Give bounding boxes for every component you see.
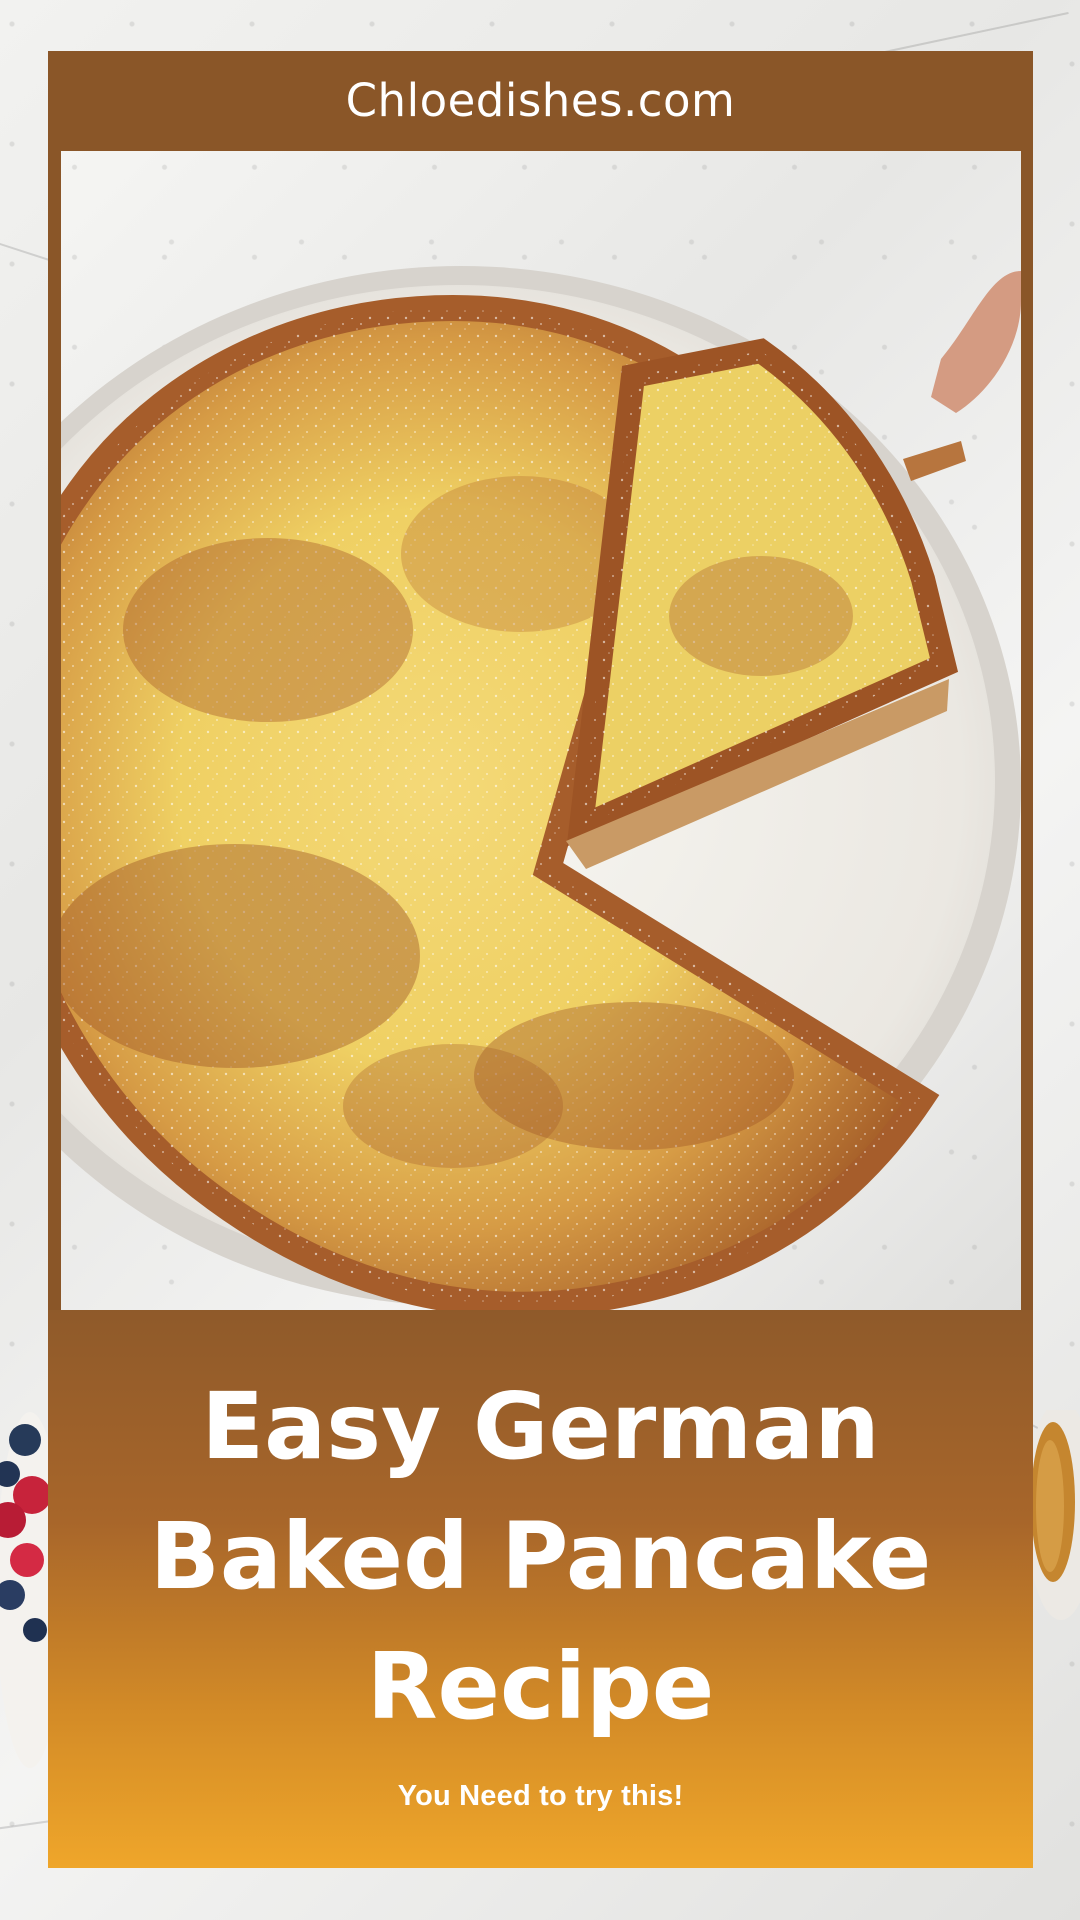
baked-pancake-photo-icon bbox=[61, 266, 1021, 1310]
side-bowl-image bbox=[1033, 1410, 1080, 1630]
pin-graphic: Chloedishes.com Easy German Baked Pancak… bbox=[0, 0, 1080, 1920]
recipe-photo bbox=[61, 151, 1021, 1310]
recipe-subtitle: You Need to try this! bbox=[397, 1780, 684, 1812]
recipe-title: Easy German Baked Pancake Recipe bbox=[149, 1373, 932, 1740]
site-domain: Chloedishes.com bbox=[345, 74, 736, 127]
site-header: Chloedishes.com bbox=[48, 51, 1033, 150]
recipe-title-panel: Easy German Baked Pancake Recipe You Nee… bbox=[48, 1310, 1033, 1868]
berries-bowl-image bbox=[0, 1400, 48, 1770]
